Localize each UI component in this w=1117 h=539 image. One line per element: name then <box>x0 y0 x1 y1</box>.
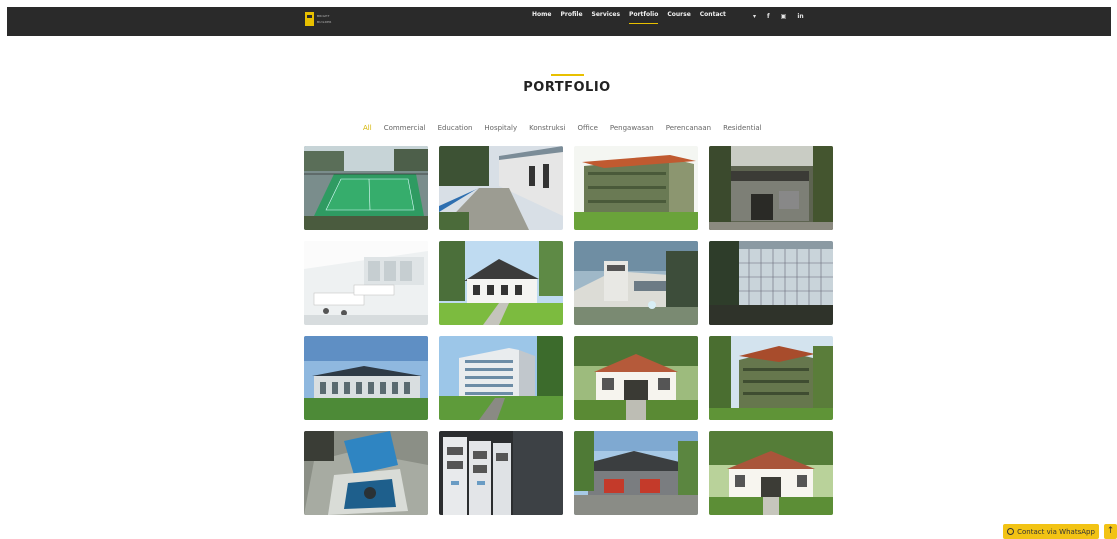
filter-education[interactable]: Education <box>438 124 473 132</box>
filter-hospitaly[interactable]: Hospitaly <box>484 124 517 132</box>
social-links: ▾ f ▣ in <box>753 13 804 21</box>
green-building-render-2[interactable] <box>709 336 833 420</box>
filter-perencanaan[interactable]: Perencanaan <box>666 124 711 132</box>
filter-all[interactable]: All <box>363 124 372 132</box>
site-logo[interactable]: BRIGHT BUILDER <box>305 12 332 26</box>
school-building-photo[interactable] <box>304 336 428 420</box>
filter-konstruksi[interactable]: Konstruksi <box>529 124 565 132</box>
nav-services[interactable]: Services <box>592 11 621 18</box>
filter-office[interactable]: Office <box>577 124 597 132</box>
nav-course[interactable]: Course <box>667 11 690 18</box>
glass-building-photo[interactable] <box>709 241 833 325</box>
logo-line-1: BRIGHT <box>317 14 330 18</box>
logo-line-2: BUILDER <box>317 20 332 24</box>
logo-text: BRIGHT BUILDER <box>317 14 332 24</box>
electrical-panel-photo[interactable] <box>439 431 563 515</box>
whatsapp-contact-button[interactable]: Contact via WhatsApp <box>1003 524 1099 539</box>
instagram-icon[interactable]: ▣ <box>781 13 787 21</box>
twitter-icon[interactable]: ▾ <box>753 13 756 21</box>
water-pump-pit-photo[interactable] <box>304 431 428 515</box>
nav-profile[interactable]: Profile <box>560 11 582 18</box>
linkedin-icon[interactable]: in <box>797 13 803 21</box>
building-facade-photo[interactable] <box>709 146 833 230</box>
facebook-icon[interactable]: f <box>767 13 770 21</box>
main-nav: Home Profile Services Portfolio Course C… <box>532 11 726 24</box>
modern-building-render[interactable] <box>574 241 698 325</box>
colonial-house-render[interactable] <box>574 336 698 420</box>
section-title: PORTFOLIO <box>523 80 611 95</box>
title-accent-bar <box>551 74 584 76</box>
filter-commercial[interactable]: Commercial <box>384 124 426 132</box>
walkway-building-photo[interactable] <box>439 146 563 230</box>
laboratory-interior-render[interactable] <box>304 241 428 325</box>
fire-station-render[interactable] <box>574 431 698 515</box>
white-house-render[interactable] <box>439 241 563 325</box>
apartment-building-render[interactable] <box>439 336 563 420</box>
portfolio-grid <box>304 146 833 515</box>
nav-portfolio[interactable]: Portfolio <box>629 11 659 24</box>
green-building-render[interactable] <box>574 146 698 230</box>
logo-mark-icon <box>305 12 314 26</box>
filter-residential[interactable]: Residential <box>723 124 762 132</box>
whatsapp-icon <box>1007 528 1015 535</box>
back-to-top-button[interactable]: ↑ <box>1104 524 1117 539</box>
filter-pengawasan[interactable]: Pengawasan <box>610 124 654 132</box>
nav-home[interactable]: Home <box>532 11 551 18</box>
whatsapp-button-label: Contact via WhatsApp <box>1017 527 1095 536</box>
portfolio-filters: All Commercial Education Hospitaly Konst… <box>363 124 762 132</box>
colonial-house-photo[interactable] <box>709 431 833 515</box>
tennis-court-photo[interactable] <box>304 146 428 230</box>
nav-contact[interactable]: Contact <box>700 11 726 18</box>
